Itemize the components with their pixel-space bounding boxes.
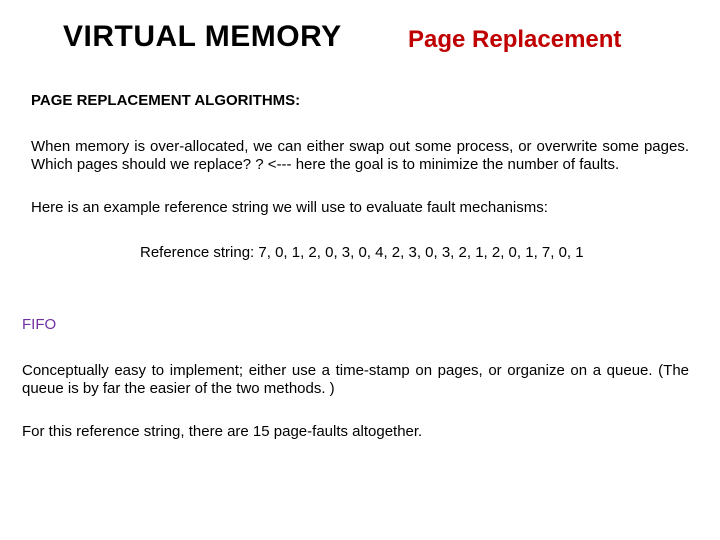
page-title-right: Page Replacement bbox=[408, 26, 621, 54]
slide: VIRTUAL MEMORY Page Replacement PAGE REP… bbox=[0, 0, 720, 540]
paragraph-example-intro: Here is an example reference string we w… bbox=[31, 199, 689, 217]
fifo-heading: FIFO bbox=[22, 316, 56, 333]
paragraph-fifo-desc: Conceptually easy to implement; either u… bbox=[22, 362, 689, 397]
reference-string: Reference string: 7, 0, 1, 2, 0, 3, 0, 4… bbox=[140, 244, 584, 261]
paragraph-fifo-result: For this reference string, there are 15 … bbox=[22, 423, 689, 440]
paragraph-intro: When memory is over-allocated, we can ei… bbox=[31, 138, 689, 173]
page-title-left: VIRTUAL MEMORY bbox=[63, 20, 342, 54]
section-heading: PAGE REPLACEMENT ALGORITHMS: bbox=[31, 92, 300, 109]
